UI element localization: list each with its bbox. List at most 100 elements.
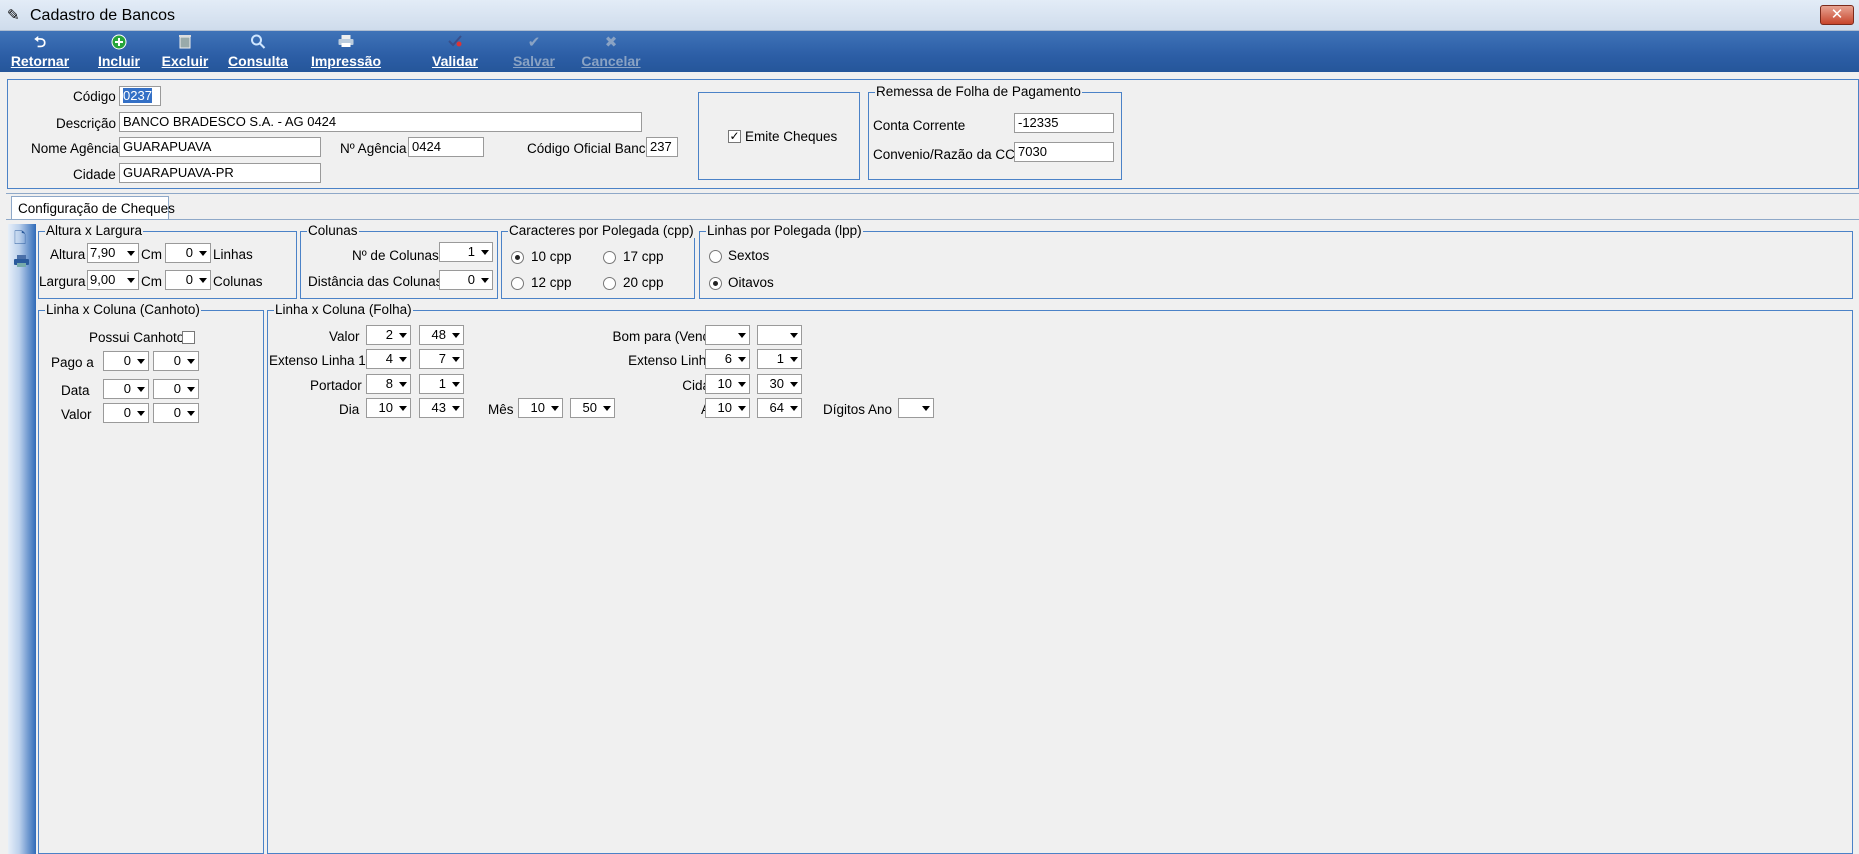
printer-side-icon[interactable]	[13, 254, 30, 271]
salvar-button[interactable]: ✔ Salvar	[508, 31, 560, 72]
descricao-label: Descrição	[56, 116, 117, 131]
document-icon[interactable]: 🗋	[14, 228, 26, 253]
colunas-dropdown[interactable]: 0	[165, 270, 211, 290]
emite-cheques-checkbox[interactable]: ✓	[728, 130, 741, 143]
altura-largura-group: Altura x Largura Altura 7,90 Cm 0 Linhas…	[38, 223, 297, 299]
validar-button[interactable]: Validar	[430, 31, 480, 72]
cod-oficial-label: Código Oficial Banco	[527, 141, 654, 156]
data-linha-dropdown[interactable]: 0	[103, 379, 149, 399]
label-17cpp: 17 cpp	[623, 249, 664, 264]
incluir-button[interactable]: Incluir	[94, 31, 144, 72]
cod-oficial-field[interactable]: 237	[646, 137, 678, 157]
tab-divider	[6, 219, 1859, 220]
linhas-dropdown[interactable]: 0	[165, 243, 211, 263]
retornar-button[interactable]: ⮌ Retornar	[6, 31, 74, 72]
emite-cheques-label: Emite Cheques	[745, 129, 838, 144]
num-agencia-label: Nº Agência	[340, 141, 407, 156]
tab-configuracao-cheques[interactable]: Configuração de Cheques	[11, 196, 175, 220]
title-bar: ✎ Cadastro de Bancos ✕	[0, 0, 1859, 31]
cpp-title: Caracteres por Polegada (cpp)	[508, 223, 695, 238]
num-agencia-field[interactable]: 0424	[408, 137, 484, 157]
radio-20cpp[interactable]	[603, 277, 616, 290]
check-icon: ✔	[527, 34, 541, 51]
label-12cpp: 12 cpp	[531, 275, 572, 290]
radio-12cpp[interactable]	[511, 277, 524, 290]
radio-oitavos[interactable]	[709, 277, 722, 290]
folha-group: Linha x Coluna (Folha) Valor 2 48 Extens…	[267, 302, 1853, 854]
largura-cm-label: Cm	[141, 274, 162, 289]
convenio-label: Convenio/Razão da CC	[873, 147, 1015, 162]
canhoto-valor-linha-dropdown[interactable]: 0	[103, 403, 149, 423]
radio-sextos[interactable]	[709, 250, 722, 263]
cancelar-button[interactable]: ✖ Cancelar	[578, 31, 644, 72]
cpp-group: Caracteres por Polegada (cpp) 10 cpp 17 …	[501, 223, 695, 299]
altura-largura-title: Altura x Largura	[45, 223, 144, 238]
lpp-title: Linhas por Polegada (lpp)	[706, 223, 863, 238]
possui-canhoto-label: Possui Canhoto	[89, 330, 185, 345]
digitos-ano-dropdown[interactable]	[898, 398, 934, 418]
trash-icon	[178, 34, 192, 53]
printer-icon	[338, 34, 355, 52]
num-colunas-label: Nº de Colunas	[352, 248, 439, 263]
bom-para-coluna-dropdown[interactable]	[757, 325, 802, 345]
window-title: Cadastro de Bancos	[30, 7, 175, 24]
radio-17cpp[interactable]	[603, 251, 616, 264]
num-colunas-dropdown[interactable]: 1	[439, 242, 493, 262]
folha-cidade-coluna-dropdown[interactable]: 30	[757, 374, 802, 394]
largura-dropdown[interactable]: 9,00	[87, 270, 139, 290]
side-bar: 🗋	[8, 224, 36, 854]
impressao-button[interactable]: Impressão	[306, 31, 386, 72]
radio-10cpp[interactable]	[511, 251, 524, 264]
consulta-button[interactable]: Consulta	[226, 31, 290, 72]
lpp-group: Linhas por Polegada (lpp) Sextos Oitavos	[699, 223, 1853, 299]
search-icon	[251, 34, 266, 53]
extenso-linha1-coluna-dropdown[interactable]: 7	[419, 349, 464, 369]
ano-linha-dropdown[interactable]: 10	[705, 398, 750, 418]
data-label: Data	[61, 383, 90, 398]
codigo-field[interactable]: 0237	[119, 86, 161, 106]
dia-linha-dropdown[interactable]: 10	[366, 398, 411, 418]
cidade-label: Cidade	[73, 167, 116, 182]
mes-label: Mês	[488, 402, 514, 417]
data-coluna-dropdown[interactable]: 0	[153, 379, 199, 399]
altura-dropdown[interactable]: 7,90	[87, 243, 139, 263]
close-button[interactable]: ✕	[1820, 5, 1854, 25]
convenio-field[interactable]: 7030	[1014, 142, 1114, 162]
emite-cheques-box: ✓ Emite Cheques	[698, 92, 860, 180]
folha-valor-linha-dropdown[interactable]: 2	[366, 325, 411, 345]
canhoto-valor-coluna-dropdown[interactable]: 0	[153, 403, 199, 423]
remessa-group: Remessa de Folha de Pagamento Conta Corr…	[868, 84, 1122, 180]
distancia-colunas-dropdown[interactable]: 0	[439, 270, 493, 290]
extenso-linha1-linha-dropdown[interactable]: 4	[366, 349, 411, 369]
folha-cidade-linha-dropdown[interactable]: 10	[705, 374, 750, 394]
bom-para-linha-dropdown[interactable]	[705, 325, 750, 345]
mes-linha-dropdown[interactable]: 10	[518, 398, 563, 418]
pago-a-linha-dropdown[interactable]: 0	[103, 351, 149, 371]
ano-coluna-dropdown[interactable]: 64	[757, 398, 802, 418]
cancel-x-icon: ✖	[604, 34, 618, 51]
label-oitavos: Oitavos	[728, 275, 774, 290]
nome-agencia-field[interactable]: GUARAPUAVA	[119, 137, 321, 157]
excluir-button[interactable]: Excluir	[160, 31, 210, 72]
canhoto-valor-label: Valor	[61, 407, 92, 422]
distancia-colunas-label: Distância das Colunas	[308, 274, 443, 289]
possui-canhoto-checkbox[interactable]	[182, 331, 195, 344]
conta-corrente-field[interactable]: -12335	[1014, 113, 1114, 133]
portador-coluna-dropdown[interactable]: 1	[419, 374, 464, 394]
extenso-linha1-label: Extenso Linha 1	[269, 353, 366, 368]
portador-linha-dropdown[interactable]: 8	[366, 374, 411, 394]
validate-icon	[447, 34, 463, 52]
extenso-linha2-linha-dropdown[interactable]: 6	[705, 349, 750, 369]
linhas-label: Linhas	[213, 247, 253, 262]
cidade-field[interactable]: GUARAPUAVA-PR	[119, 163, 321, 183]
descricao-field[interactable]: BANCO BRADESCO S.A. - AG 0424	[119, 112, 642, 132]
remessa-title: Remessa de Folha de Pagamento	[875, 84, 1082, 99]
plus-icon	[111, 34, 127, 54]
pago-a-coluna-dropdown[interactable]: 0	[153, 351, 199, 371]
folha-title: Linha x Coluna (Folha)	[274, 302, 413, 317]
folha-valor-label: Valor	[329, 329, 360, 344]
extenso-linha2-coluna-dropdown[interactable]: 1	[757, 349, 802, 369]
dia-coluna-dropdown[interactable]: 43	[419, 398, 464, 418]
folha-valor-coluna-dropdown[interactable]: 48	[419, 325, 464, 345]
canhoto-title: Linha x Coluna (Canhoto)	[45, 302, 201, 317]
